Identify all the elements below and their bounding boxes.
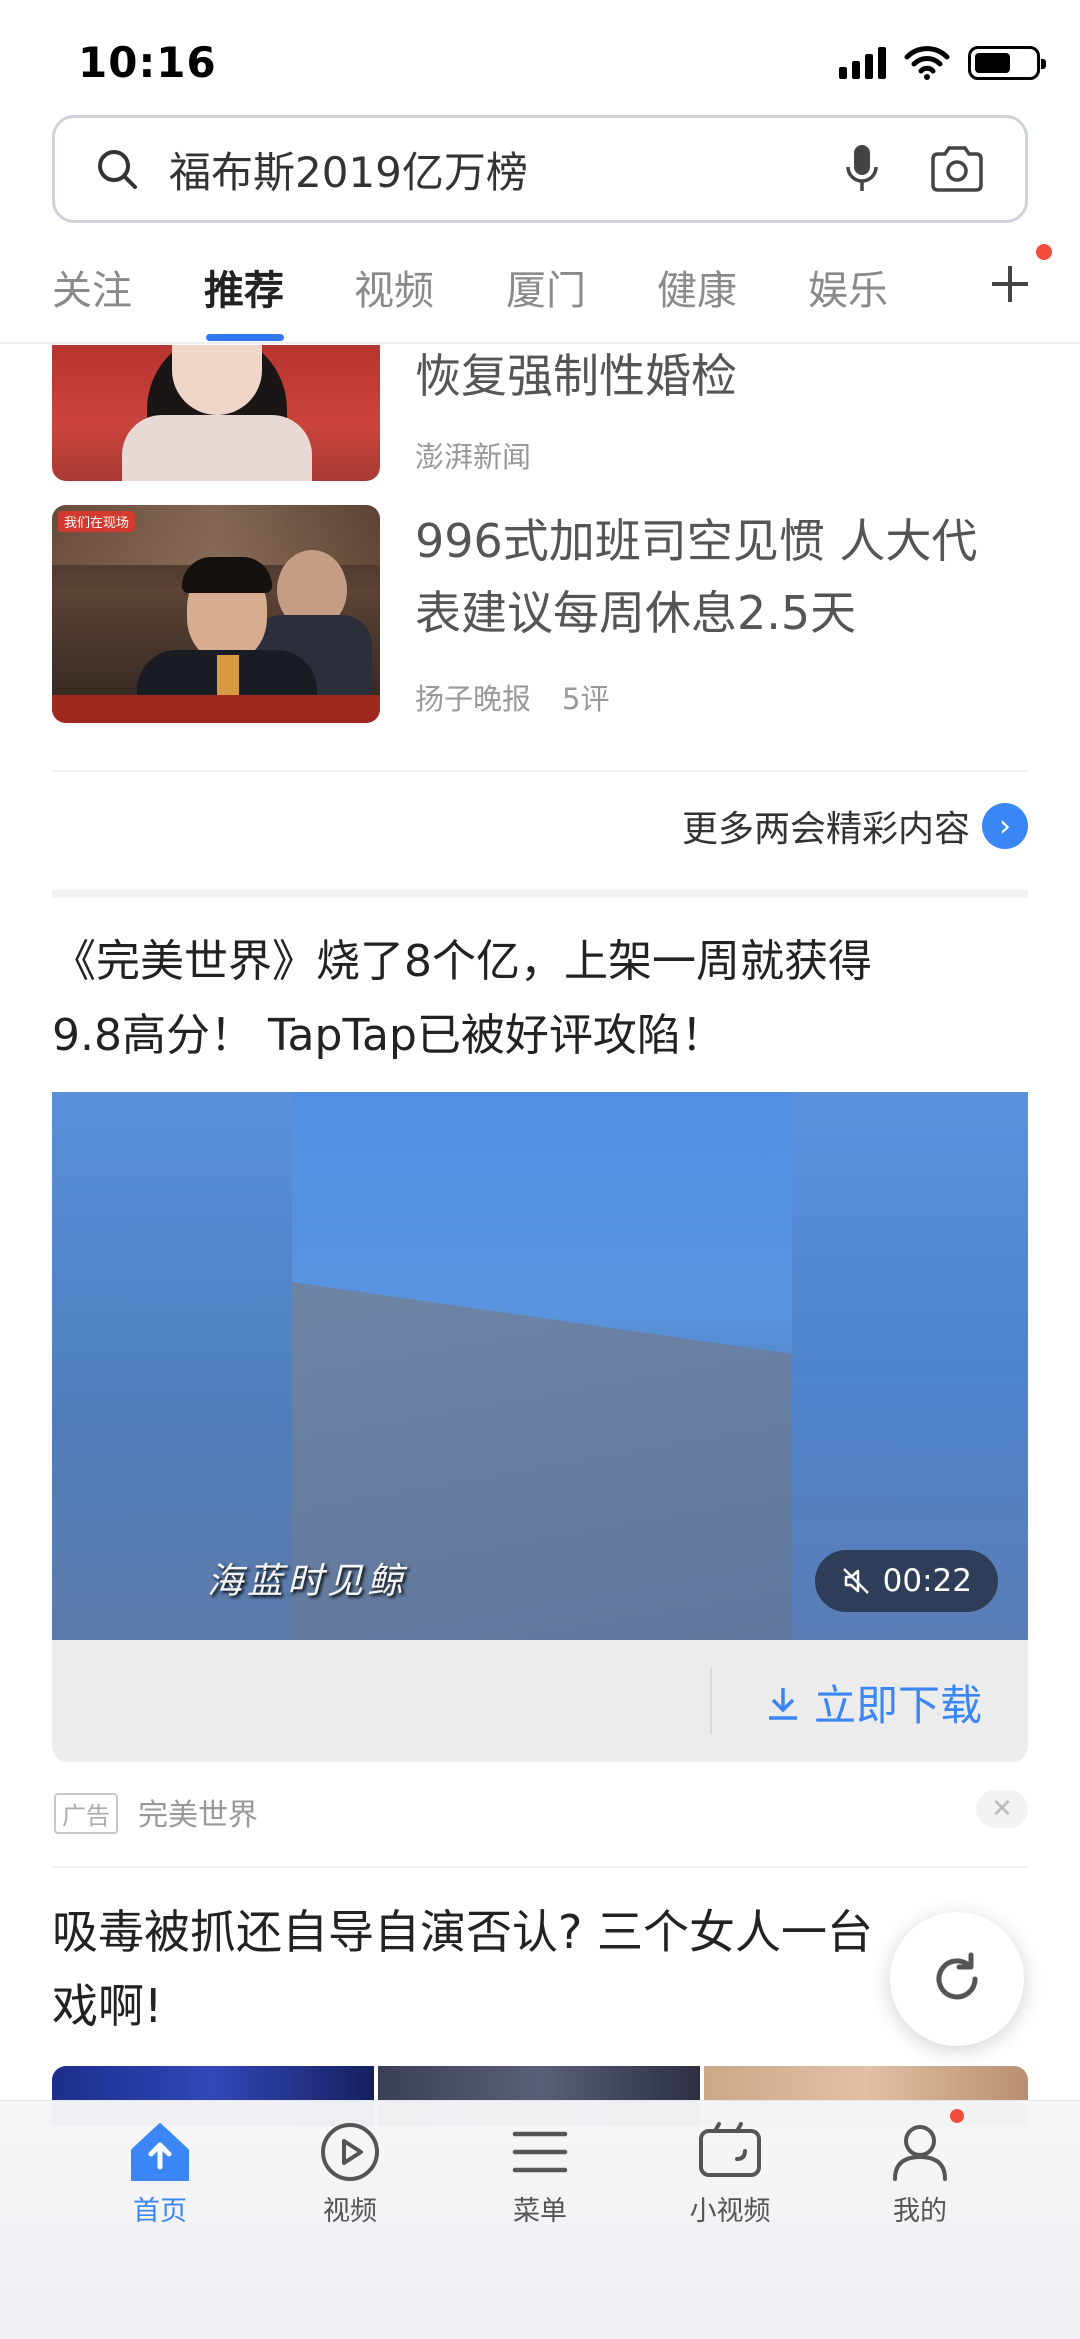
nav-label: 我的 <box>893 2196 947 2227</box>
mute-icon <box>842 1568 869 1594</box>
nav-profile[interactable]: 我的 <box>840 2121 1000 2228</box>
ad-title[interactable]: 《完美世界》烧了8个亿，上架一周就获得 9.8高分！ TapTap已被好评攻陷！ <box>52 925 1042 1073</box>
tab-recommend[interactable]: 推荐 <box>204 258 284 316</box>
separator <box>710 1668 712 1734</box>
status-time: 10:16 <box>78 38 217 87</box>
more-two-sessions-link[interactable]: 更多两会精彩内容 › <box>682 800 1028 852</box>
close-ad-button[interactable]: ✕ <box>976 1790 1028 1828</box>
section-divider <box>52 890 1028 898</box>
news-title-line: 吸毒被抓还自导自演否认? 三个女人一台 <box>52 1905 874 1959</box>
news-title[interactable]: 吸毒被抓还自导自演否认? 三个女人一台 戏啊! <box>52 1895 982 2043</box>
news-source: 澎湃新闻 <box>415 440 532 474</box>
news-title[interactable]: 恢复强制性婚检 <box>415 340 737 412</box>
nav-short-video[interactable]: 小视频 <box>650 2121 810 2228</box>
nav-label: 视频 <box>323 2196 377 2227</box>
home-icon <box>131 2123 189 2181</box>
status-icons <box>839 46 1046 80</box>
comment-count: 5评 <box>562 682 610 716</box>
news-thumbnail[interactable] <box>52 345 380 481</box>
cellular-signal-icon <box>839 47 886 79</box>
bottom-navigation: 首页 视频 菜单 小视频 我的 <box>0 2100 1080 2339</box>
camera-icon[interactable] <box>929 145 985 193</box>
search-box[interactable]: 福布斯2019亿万榜 <box>52 115 1028 223</box>
news-title-line: 戏啊! <box>52 1979 163 2033</box>
search-icon <box>98 150 137 189</box>
nav-label: 菜单 <box>513 2196 567 2227</box>
refresh-icon <box>936 1952 978 2000</box>
news-source: 扬子晚报 <box>415 682 532 716</box>
thumbnail-badge: 我们在现场 <box>58 511 136 532</box>
play-circle-icon <box>321 2123 379 2181</box>
menu-icon <box>512 2131 568 2173</box>
ad-action-bar: 立即下载 <box>52 1640 1028 1762</box>
video-duration-badge[interactable]: 00:22 <box>814 1550 998 1612</box>
nav-home[interactable]: 首页 <box>80 2121 240 2228</box>
notification-dot <box>950 2109 964 2123</box>
microphone-icon[interactable] <box>845 143 879 195</box>
nav-video[interactable]: 视频 <box>270 2121 430 2228</box>
tab-xiamen[interactable]: 厦门 <box>506 258 586 316</box>
nav-label: 小视频 <box>689 2196 771 2227</box>
ad-title-line: 9.8高分！ TapTap已被好评攻陷！ <box>52 1010 725 1061</box>
tab-health[interactable]: 健康 <box>657 258 737 316</box>
video-subtitle: 海蓝时见鲸 <box>207 1561 408 1602</box>
ad-badge: 广告 <box>54 1793 118 1834</box>
news-thumbnail[interactable]: 我们在现场 <box>52 505 380 723</box>
divider <box>52 1866 1028 1868</box>
person-icon <box>893 2125 947 2181</box>
battery-icon <box>968 46 1046 80</box>
tab-entertainment[interactable]: 娱乐 <box>808 258 888 316</box>
nav-label: 首页 <box>133 2196 187 2227</box>
search-input[interactable]: 福布斯2019亿万榜 <box>169 139 845 200</box>
chevron-right-icon: › <box>982 803 1028 849</box>
video-camera-icon <box>699 2122 761 2177</box>
ad-title-line: 《完美世界》烧了8个亿，上架一周就获得 <box>52 936 872 987</box>
download-label: 立即下载 <box>813 1681 982 1730</box>
more-link-label: 更多两会精彩内容 <box>681 809 970 850</box>
ad-video[interactable]: 海蓝时见鲸 00:22 <box>52 1092 1028 1640</box>
news-title-line: 996式加班司空见惯 人大代 <box>415 514 978 568</box>
add-channel-icon[interactable] <box>988 262 1032 306</box>
nav-menu[interactable]: 菜单 <box>460 2121 620 2228</box>
news-title[interactable]: 996式加班司空见惯 人大代 表建议每周休息2.5天 <box>415 505 977 649</box>
download-icon <box>768 1687 797 1720</box>
channel-tabs: 关注 推荐 视频 厦门 健康 娱乐 <box>0 240 1080 344</box>
tab-video[interactable]: 视频 <box>354 258 434 316</box>
download-button[interactable]: 立即下载 <box>766 1672 982 1733</box>
active-tab-indicator <box>206 334 284 341</box>
status-bar: 10:16 <box>0 0 1080 110</box>
tab-follow[interactable]: 关注 <box>52 258 132 316</box>
refresh-button[interactable] <box>890 1912 1024 2046</box>
wifi-icon <box>904 46 950 80</box>
divider <box>52 770 1028 772</box>
notification-dot <box>1036 244 1052 260</box>
ad-source: 完美世界 <box>138 1798 258 1833</box>
news-title-line: 表建议每周休息2.5天 <box>415 586 857 640</box>
video-duration: 00:22 <box>882 1563 972 1599</box>
